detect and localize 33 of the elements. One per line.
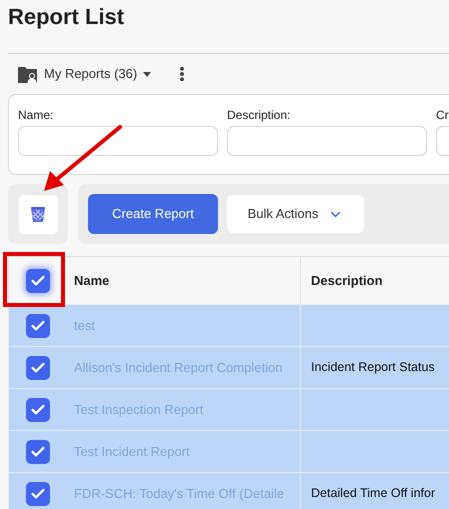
table-row[interactable]: FDR-SCH: Today's Time Off (Detaile Detailed Time Off infor (9, 472, 449, 509)
folder-user-icon (18, 66, 38, 82)
description-cell-text: Incident Report Status (311, 359, 435, 376)
report-name-link[interactable]: FDR-SCH: Today's Time Off (Detaile (74, 484, 284, 504)
delete-button[interactable] (18, 194, 58, 234)
checkbox[interactable] (26, 398, 50, 422)
folder-dropdown[interactable]: My Reports (36) (18, 64, 152, 84)
filter-label: Name: (18, 108, 54, 122)
filter-label: Cr (436, 108, 449, 122)
filter-field[interactable] (227, 126, 427, 156)
filter-label: Description: (227, 108, 292, 122)
description-cell-text: Detailed Time Off infor (311, 485, 436, 502)
report-name-link[interactable]: Test Inspection Report (74, 400, 204, 420)
report-name-link[interactable]: Test Incident Report (74, 442, 190, 462)
checkbox[interactable] (26, 314, 50, 338)
highlight-frame (3, 252, 65, 307)
checkbox[interactable] (26, 440, 50, 464)
checkbox[interactable] (26, 482, 50, 506)
table-row[interactable]: Allison's Incident Report Completion Incident Report Status (9, 346, 449, 388)
wastebasket-icon (31, 206, 45, 222)
checkbox[interactable] (26, 268, 50, 292)
table-row[interactable]: Test Inspection Report (9, 388, 449, 430)
filter-field[interactable] (18, 126, 218, 156)
create-report-button[interactable]: Create Report (88, 194, 218, 234)
table-row[interactable]: test (9, 304, 449, 346)
bulk-actions-button[interactable]: Bulk Actions (227, 195, 364, 233)
table-row[interactable]: Test Incident Report (9, 430, 449, 472)
report-name-link[interactable]: test (74, 316, 95, 336)
caret-icon (143, 72, 152, 76)
page-title: Report List (8, 4, 124, 30)
column-header[interactable]: Description (301, 257, 449, 304)
checkbox[interactable] (26, 356, 50, 380)
report-name-link[interactable]: Allison's Incident Report Completion (74, 358, 282, 378)
